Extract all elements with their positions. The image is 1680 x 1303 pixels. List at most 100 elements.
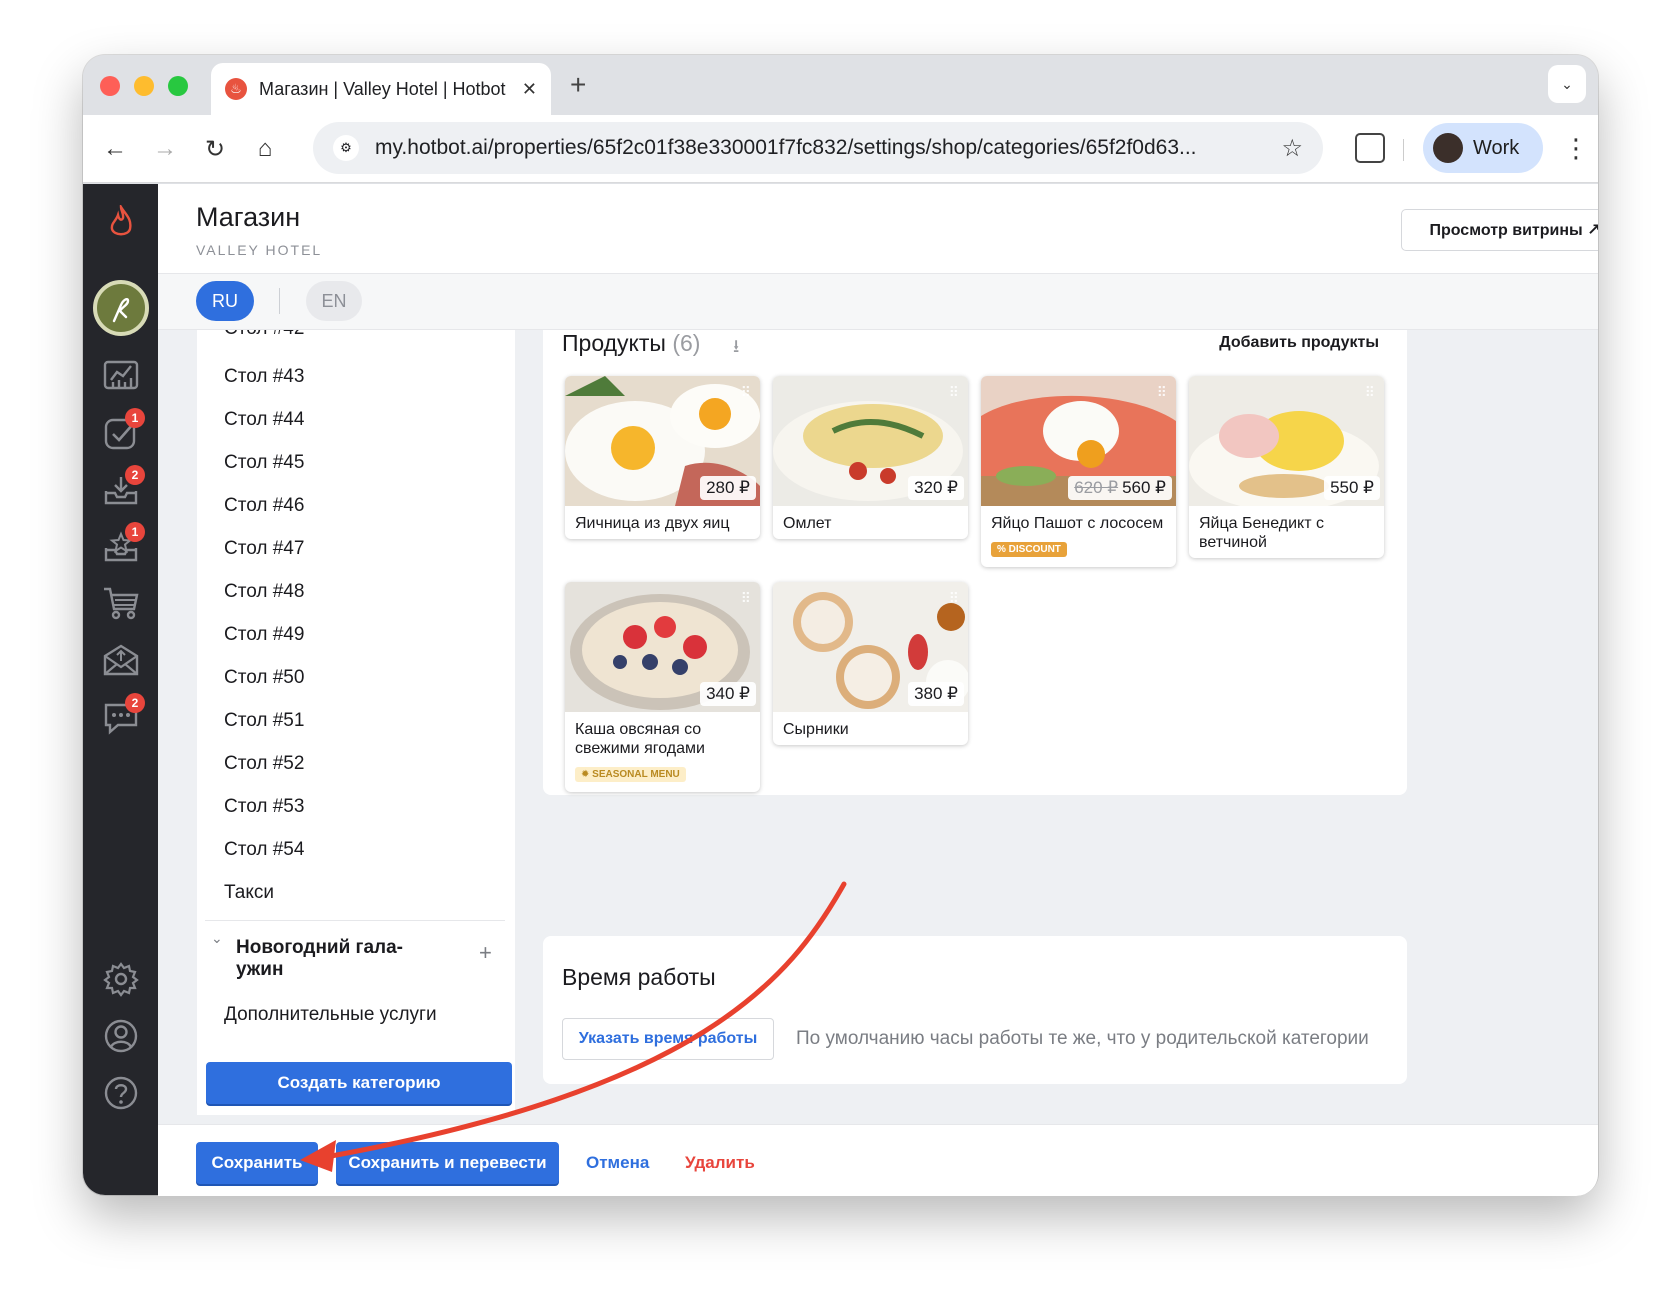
add-products-button[interactable]: Добавить продукты	[1219, 334, 1379, 352]
profile-avatar	[1433, 133, 1463, 163]
shop-cart-icon[interactable]	[97, 579, 145, 627]
category-group-line1: Новогодний гала-	[236, 937, 404, 958]
category-item[interactable]: Стол #43	[224, 366, 304, 388]
category-item[interactable]: Стол #53	[224, 796, 304, 818]
drag-handle-icon[interactable]: ⠿	[949, 384, 959, 401]
page-header: Магазин VALLEY HOTEL Просмотр витрины ↗	[158, 184, 1598, 274]
product-name: Яйцо Пашот с лососем	[991, 515, 1164, 532]
hotbot-logo-icon[interactable]	[97, 198, 145, 246]
property-name: VALLEY HOTEL	[196, 242, 323, 258]
tasks-badge: 1	[125, 408, 145, 428]
lang-ru-button[interactable]: RU	[196, 281, 254, 321]
reviews-star-tray-icon[interactable]: 1	[97, 522, 145, 570]
tab-title: Магазин | Valley Hotel | Hotbot	[259, 78, 506, 99]
save-and-translate-button[interactable]: Сохранить и перевести	[336, 1142, 559, 1184]
browser-menu-icon[interactable]: ⋮	[1563, 133, 1589, 164]
category-item[interactable]: Стол #42	[224, 330, 304, 340]
inbox-badge: 2	[125, 465, 145, 485]
settings-gear-icon[interactable]	[97, 955, 145, 1003]
product-price: 550 ₽	[1324, 476, 1380, 500]
inbox-download-icon[interactable]: 2	[97, 465, 145, 513]
product-name: Яичница из двух яиц	[575, 515, 730, 532]
product-name: Омлет	[783, 515, 832, 532]
category-group-title[interactable]: Новогодний гала- ужин	[236, 937, 496, 981]
category-item[interactable]: Стол #47	[224, 538, 304, 560]
chat-bubble-icon[interactable]: 2	[97, 693, 145, 741]
category-item[interactable]: Стол #44	[224, 409, 304, 431]
mailing-envelope-icon[interactable]	[97, 636, 145, 684]
product-price: 320 ₽	[908, 476, 964, 500]
property-avatar[interactable]	[93, 280, 149, 336]
minimize-window-button[interactable]	[134, 76, 154, 96]
drag-handle-icon[interactable]: ⠿	[741, 590, 751, 607]
product-name: Яйца Бенедикт с ветчиной	[1199, 515, 1325, 551]
add-subcategory-icon[interactable]: +	[479, 940, 492, 966]
category-item[interactable]: Дополнительные услуги	[224, 1004, 437, 1026]
working-hours-title: Время работы	[562, 964, 716, 990]
reload-icon[interactable]: ↻	[197, 131, 233, 167]
category-item[interactable]: Стол #52	[224, 753, 304, 775]
product-photo-oatmeal: ⠿ 340 ₽	[565, 582, 760, 712]
product-card[interactable]: ⠿ 280 ₽ Яичница из двух яиц	[565, 376, 760, 539]
product-price: 380 ₽	[908, 682, 964, 706]
category-item[interactable]: Стол #45	[224, 452, 304, 474]
product-card[interactable]: ⠿ 320 ₽ Омлет	[773, 376, 968, 539]
home-icon[interactable]: ⌂	[247, 131, 283, 167]
drag-handle-icon[interactable]: ⠿	[1365, 384, 1375, 401]
category-item[interactable]: Такси	[224, 882, 274, 904]
product-card[interactable]: ⠿ 380 ₽ Сырники	[773, 582, 968, 745]
product-photo-eggs: ⠿ 280 ₽	[565, 376, 760, 506]
category-item[interactable]: Стол #51	[224, 710, 304, 732]
category-item[interactable]: Стол #46	[224, 495, 304, 517]
products-title: Продукты	[562, 330, 666, 356]
working-hours-card: Время работы Указать время работы По умо…	[543, 936, 1407, 1084]
close-window-button[interactable]	[100, 76, 120, 96]
product-card[interactable]: ⠿ 550 ₽ Яйца Бенедикт с ветчиной	[1189, 376, 1384, 558]
category-item[interactable]: Стол #48	[224, 581, 304, 603]
download-icon[interactable]: ⭳	[733, 334, 739, 364]
set-working-hours-button[interactable]: Указать время работы	[562, 1018, 774, 1060]
save-button[interactable]: Сохранить	[196, 1142, 318, 1184]
drag-handle-icon[interactable]: ⠿	[1157, 384, 1167, 401]
new-tab-button[interactable]: +	[570, 69, 586, 101]
tasks-check-icon[interactable]: 1	[97, 408, 145, 456]
help-question-icon[interactable]	[97, 1069, 145, 1117]
product-card[interactable]: ⠿ 620 ₽560 ₽ Яйцо Пашот с лососем % DISC…	[981, 376, 1176, 567]
lang-en-button[interactable]: EN	[306, 281, 362, 321]
tab-search-chevron-icon[interactable]: ⌄	[1548, 65, 1586, 103]
maximize-window-button[interactable]	[168, 76, 188, 96]
old-price: 620 ₽	[1074, 478, 1119, 497]
tab-shop[interactable]: ♨ Магазин | Valley Hotel | Hotbot ✕	[211, 63, 551, 115]
back-arrow-icon[interactable]: ←	[97, 131, 133, 167]
cancel-button[interactable]: Отмена	[586, 1153, 649, 1173]
nav-rail: 1 2 1 2	[83, 184, 158, 1195]
bookmark-star-icon[interactable]: ☆	[1281, 134, 1303, 163]
site-settings-icon[interactable]: ⚙	[333, 135, 359, 161]
group-chevron-down-icon[interactable]: ⌄	[211, 930, 223, 947]
delete-button[interactable]: Удалить	[685, 1153, 755, 1173]
drag-handle-icon[interactable]: ⠿	[741, 384, 751, 401]
url-text[interactable]: my.hotbot.ai/properties/65f2c01f38e33000…	[375, 136, 1267, 160]
account-user-icon[interactable]	[97, 1012, 145, 1060]
extensions-puzzle-icon[interactable]	[1355, 133, 1385, 163]
create-category-button[interactable]: Создать категорию	[206, 1062, 512, 1104]
product-photo-syrniki: ⠿ 380 ₽	[773, 582, 968, 712]
tab-close-icon[interactable]: ✕	[522, 79, 537, 100]
category-item[interactable]: Стол #49	[224, 624, 304, 646]
category-group-line2: ужин	[236, 959, 284, 980]
category-item[interactable]: Стол #50	[224, 667, 304, 689]
products-count: (6)	[672, 330, 701, 356]
analytics-chart-icon[interactable]	[97, 350, 145, 398]
new-price: 560 ₽	[1122, 478, 1166, 497]
category-item[interactable]: Стол #54	[224, 839, 304, 861]
profile-chip[interactable]: Work	[1423, 123, 1543, 173]
product-card[interactable]: ⠿ 340 ₽ Каша овсяная со свежими ягодами …	[565, 582, 760, 792]
address-bar[interactable]: ⚙ my.hotbot.ai/properties/65f2c01f38e330…	[313, 122, 1323, 174]
lang-divider	[279, 288, 280, 314]
product-price: 340 ₽	[700, 682, 756, 706]
product-name: Сырники	[783, 721, 849, 738]
view-storefront-button[interactable]: Просмотр витрины ↗	[1401, 209, 1598, 251]
drag-handle-icon[interactable]: ⠿	[949, 590, 959, 607]
seasonal-tag-label: SEASONAL MENU	[592, 769, 680, 780]
forward-arrow-icon[interactable]: →	[147, 131, 183, 167]
